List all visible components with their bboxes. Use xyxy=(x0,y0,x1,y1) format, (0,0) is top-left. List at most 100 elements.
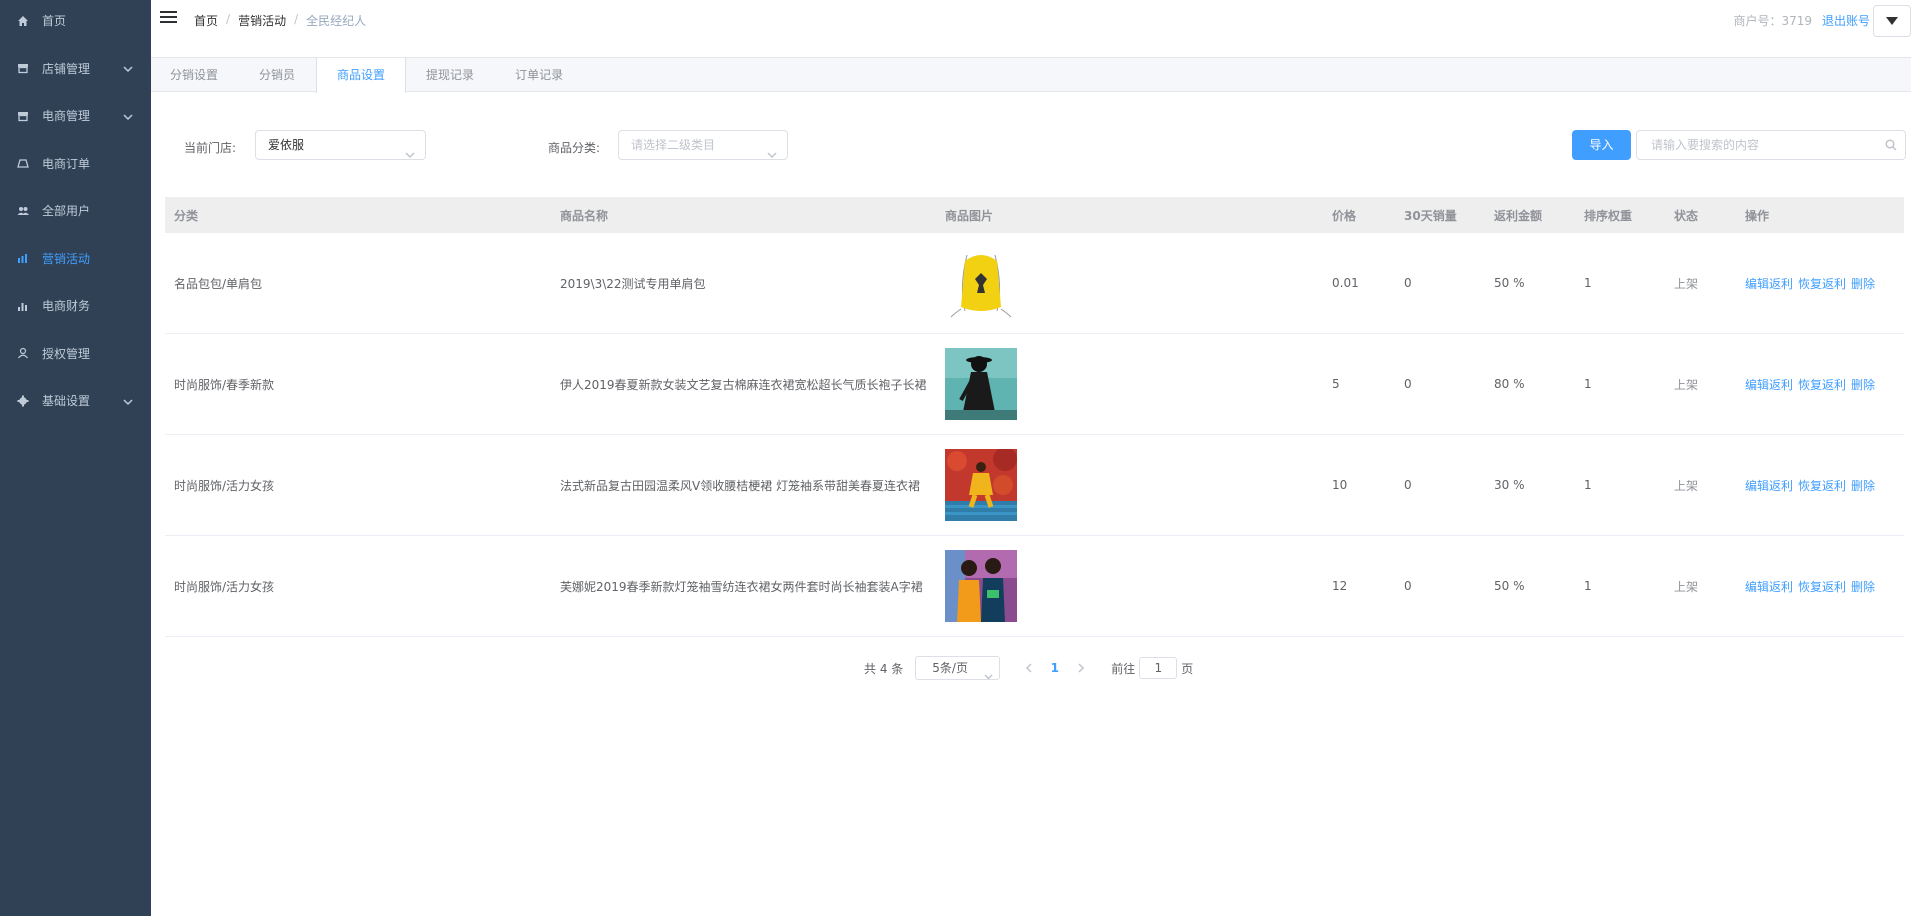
restore-rebate-link[interactable]: 恢复返利 xyxy=(1798,580,1846,594)
pagination: 共 4 条 5条/页 1 前往 1 页 xyxy=(864,656,1193,680)
edit-rebate-link[interactable]: 编辑返利 xyxy=(1745,580,1793,594)
import-button[interactable]: 导入 xyxy=(1572,130,1631,160)
caret-down-icon xyxy=(1886,17,1898,25)
next-page-button[interactable] xyxy=(1071,656,1091,680)
store-select-value: 爱依服 xyxy=(268,138,305,152)
sidebar-item-store-management[interactable]: 店铺管理 xyxy=(0,45,151,93)
teal-dress-image xyxy=(945,348,1017,420)
sidebar-item-label: 基础设置 xyxy=(42,394,91,409)
pagination-total: 共 4 条 xyxy=(864,661,904,676)
cell-status: 上架 xyxy=(1674,377,1699,392)
sidebar-item-label: 授权管理 xyxy=(42,346,91,361)
cell-sort-weight: 1 xyxy=(1584,377,1592,391)
breadcrumb-separator: / xyxy=(226,12,231,26)
sidebar: 首页 店铺管理 电商管理 电商订单 全部用户 营销活动 电商财务 授权管理 基础… xyxy=(0,0,151,916)
search-box xyxy=(1636,130,1906,160)
sidebar-item-all-users[interactable]: 全部用户 xyxy=(0,187,151,235)
header-category: 分类 xyxy=(174,208,199,223)
chevron-left-icon xyxy=(1025,663,1032,673)
delete-link[interactable]: 删除 xyxy=(1851,479,1875,493)
header-sales: 30天销量 xyxy=(1404,208,1457,223)
store-select[interactable]: 爱依服 xyxy=(255,130,426,160)
restore-rebate-link[interactable]: 恢复返利 xyxy=(1798,277,1846,291)
restore-rebate-link[interactable]: 恢复返利 xyxy=(1798,479,1846,493)
cell-operations: 编辑返利 恢复返利 删除 xyxy=(1736,376,1876,393)
header-right: 商户号：3719 退出账号 xyxy=(1733,0,1911,40)
chevron-down-icon xyxy=(123,396,133,406)
header-status: 状态 xyxy=(1674,208,1699,223)
cell-operations: 编辑返利 恢复返利 删除 xyxy=(1736,477,1876,494)
header-product-image: 商品图片 xyxy=(945,208,994,223)
sidebar-item-marketing[interactable]: 营销活动 xyxy=(0,235,151,283)
search-input[interactable] xyxy=(1637,131,1867,159)
hamburger-menu-icon[interactable] xyxy=(160,11,177,25)
chevron-right-icon xyxy=(1078,663,1084,673)
cell-product-image xyxy=(937,247,1323,319)
tab-withdrawal-records[interactable]: 提现记录 xyxy=(406,58,495,92)
edit-rebate-link[interactable]: 编辑返利 xyxy=(1745,277,1793,291)
yellow-bag-image xyxy=(945,247,1017,319)
page-size-value: 5条/页 xyxy=(932,661,968,675)
goto-page-input[interactable]: 1 xyxy=(1139,657,1178,679)
red-yellow-dress-image xyxy=(945,449,1017,521)
gear-icon xyxy=(17,395,29,407)
user-icon xyxy=(17,347,29,359)
breadcrumb: 首页 / 营销活动 / 全民经纪人 xyxy=(194,12,366,29)
cell-sales: 0 xyxy=(1404,478,1412,492)
home-icon xyxy=(17,15,29,27)
cell-sales: 0 xyxy=(1404,579,1412,593)
breadcrumb-marketing[interactable]: 营销活动 xyxy=(238,12,286,29)
category-select[interactable]: 请选择二级类目 xyxy=(618,130,788,160)
sidebar-item-finance[interactable]: 电商财务 xyxy=(0,282,151,330)
page-size-select[interactable]: 5条/页 xyxy=(915,656,1001,680)
search-icon[interactable] xyxy=(1885,139,1897,151)
delete-link[interactable]: 删除 xyxy=(1851,580,1875,594)
restore-rebate-link[interactable]: 恢复返利 xyxy=(1798,378,1846,392)
store-label: 当前门店: xyxy=(184,141,237,155)
cell-price: 5 xyxy=(1332,377,1340,391)
cell-sales: 0 xyxy=(1404,276,1412,290)
sidebar-item-home[interactable]: 首页 xyxy=(0,0,151,45)
cell-rebate: 50 % xyxy=(1494,579,1525,593)
header-product-name: 商品名称 xyxy=(560,208,609,223)
tab-order-records[interactable]: 订单记录 xyxy=(495,58,584,92)
delete-link[interactable]: 删除 xyxy=(1851,378,1875,392)
cell-rebate: 80 % xyxy=(1494,377,1525,391)
cell-category: 名品包包/单肩包 xyxy=(174,276,263,291)
header-operations: 操作 xyxy=(1745,208,1770,223)
sidebar-item-label: 电商管理 xyxy=(42,109,91,124)
store-icon xyxy=(17,62,29,74)
cell-product-image xyxy=(937,449,1323,521)
sidebar-item-label: 首页 xyxy=(42,14,67,29)
user-dropdown-button[interactable] xyxy=(1873,5,1911,37)
sidebar-item-label: 电商财务 xyxy=(42,299,91,314)
edit-rebate-link[interactable]: 编辑返利 xyxy=(1745,378,1793,392)
sidebar-item-label: 营销活动 xyxy=(42,251,91,266)
cell-status: 上架 xyxy=(1674,579,1699,594)
page-number-1[interactable]: 1 xyxy=(1038,661,1071,675)
prev-page-button[interactable] xyxy=(1018,656,1038,680)
cell-category: 时尚服饰/活力女孩 xyxy=(174,579,275,594)
filter-bar: 当前门店: 爱依服 商品分类: 请选择二级类目 导入 xyxy=(151,130,1911,162)
breadcrumb-home[interactable]: 首页 xyxy=(194,12,218,29)
tab-distribution-settings[interactable]: 分销设置 xyxy=(151,58,239,92)
tab-distributors[interactable]: 分销员 xyxy=(239,58,316,92)
top-header: 首页 / 营销活动 / 全民经纪人 商户号：3719 退出账号 xyxy=(151,0,1911,58)
cell-rebate: 30 % xyxy=(1494,478,1525,492)
cell-operations: 编辑返利 恢复返利 删除 xyxy=(1736,578,1876,595)
tab-product-settings[interactable]: 商品设置 xyxy=(316,58,407,93)
delete-link[interactable]: 删除 xyxy=(1851,277,1875,291)
marketing-icon xyxy=(17,252,29,264)
sidebar-item-label: 电商订单 xyxy=(42,156,91,171)
sidebar-item-basic-settings[interactable]: 基础设置 xyxy=(0,377,151,425)
cell-product-image xyxy=(937,550,1323,622)
logout-link[interactable]: 退出账号 xyxy=(1822,12,1870,29)
edit-rebate-link[interactable]: 编辑返利 xyxy=(1745,479,1793,493)
cell-price: 0.01 xyxy=(1332,276,1359,290)
cell-product-name: 伊人2019春夏新款女装文艺复古棉麻连衣裙宽松超长气质长袍子长裙 xyxy=(560,377,927,392)
cell-price: 10 xyxy=(1332,478,1348,492)
sidebar-item-ecommerce-orders[interactable]: 电商订单 xyxy=(0,140,151,188)
sidebar-item-ecommerce-management[interactable]: 电商管理 xyxy=(0,92,151,140)
cell-sort-weight: 1 xyxy=(1584,579,1592,593)
sidebar-item-authorization[interactable]: 授权管理 xyxy=(0,330,151,378)
